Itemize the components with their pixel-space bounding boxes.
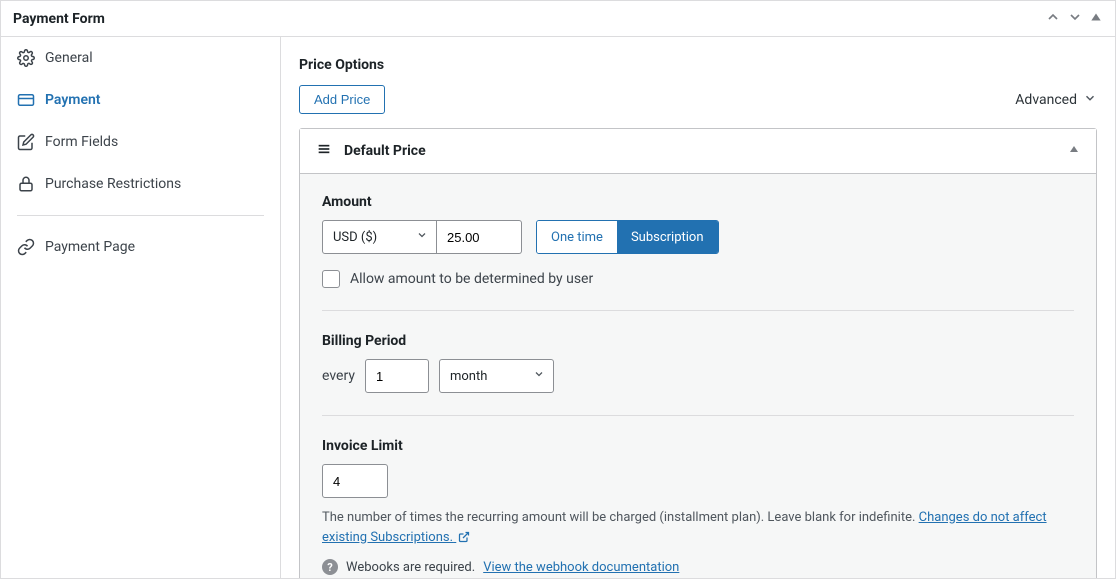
sidebar-item-payment-page[interactable]: Payment Page [1,226,280,268]
webhook-info-row: ? Webooks are required. View the webhook… [322,559,1074,575]
allow-user-amount-row: Allow amount to be determined by user [322,270,1074,288]
webhook-doc-link[interactable]: View the webhook documentation [483,560,679,575]
edit-icon [17,133,35,151]
amount-label: Amount [322,194,1074,210]
external-link-icon [458,530,470,550]
add-price-button[interactable]: Add Price [299,85,385,114]
panel-header: Payment Form [1,1,1115,37]
invoice-help-text: The number of times the recurring amount… [322,508,1074,549]
billing-period-row: every month [322,359,1074,393]
link-icon [17,238,35,256]
webhook-prefix: Webooks are required. [346,560,475,575]
amount-group: Amount USD ($) [322,194,1074,311]
allow-user-amount-label: Allow amount to be determined by user [350,271,593,287]
invoice-limit-label: Invoice Limit [322,438,1074,454]
billing-interval-input[interactable] [365,359,429,393]
sidebar-item-label: Payment Page [45,239,135,255]
allow-user-amount-checkbox[interactable] [322,270,340,288]
move-up-icon[interactable] [1045,9,1061,29]
collapse-card-icon[interactable] [1068,143,1080,159]
main-content: Price Options Add Price Advanced [281,37,1115,578]
amount-input[interactable] [437,220,522,254]
price-card-header[interactable]: Default Price [300,129,1096,174]
toggle-one-time[interactable]: One time [537,221,617,253]
advanced-toggle[interactable]: Advanced [1015,91,1097,109]
billing-unit-select[interactable]: month [439,359,554,393]
chevron-down-icon [416,229,428,245]
amount-row: USD ($) One time Subscription [322,220,1074,254]
advanced-label: Advanced [1015,92,1077,108]
move-down-icon[interactable] [1067,9,1083,29]
chevron-down-icon [533,368,545,384]
section-title: Price Options [299,57,1097,73]
sidebar-item-general[interactable]: General [1,37,280,79]
drag-handle-icon[interactable] [316,141,332,161]
currency-selected-value: USD ($) [333,230,377,245]
billing-period-label: Billing Period [322,333,1074,349]
lock-icon [17,175,35,193]
invoice-limit-group: Invoice Limit The number of times the re… [322,438,1074,575]
sidebar-item-label: Purchase Restrictions [45,176,181,192]
sidebar-item-purchase-restrictions[interactable]: Purchase Restrictions [1,163,280,205]
sidebar-item-payment[interactable]: Payment [1,79,280,121]
price-card: Default Price Amount USD ($) [299,128,1097,578]
credit-card-icon [17,91,35,109]
invoice-limit-input[interactable] [322,464,388,498]
price-card-body: Amount USD ($) [300,174,1096,578]
currency-amount-wrap: USD ($) [322,220,522,254]
currency-select[interactable]: USD ($) [322,220,437,254]
invoice-help-prefix: The number of times the recurring amount… [322,510,919,525]
gear-icon [17,49,35,67]
billing-unit-value: month [450,369,487,384]
sidebar-item-label: Payment [45,92,101,108]
sidebar-divider [17,215,264,216]
collapse-toggle-icon[interactable] [1089,10,1103,28]
panel-body: General Payment Form Fields Purchase Res… [1,37,1115,578]
chevron-down-icon [1083,91,1097,109]
billing-prefix: every [322,368,355,384]
help-icon: ? [322,559,338,575]
billing-type-toggle: One time Subscription [536,220,719,254]
billing-period-group: Billing Period every month [322,333,1074,416]
sidebar-item-label: Form Fields [45,134,118,150]
sidebar-item-form-fields[interactable]: Form Fields [1,121,280,163]
sidebar: General Payment Form Fields Purchase Res… [1,37,281,578]
price-card-title: Default Price [344,143,426,159]
payment-form-panel: Payment Form General [0,0,1116,579]
price-options-row: Add Price Advanced [299,85,1097,114]
price-card-header-left: Default Price [316,141,426,161]
panel-title: Payment Form [13,11,105,27]
panel-header-controls [1045,9,1103,29]
sidebar-item-label: General [45,50,93,66]
toggle-subscription[interactable]: Subscription [617,221,718,253]
